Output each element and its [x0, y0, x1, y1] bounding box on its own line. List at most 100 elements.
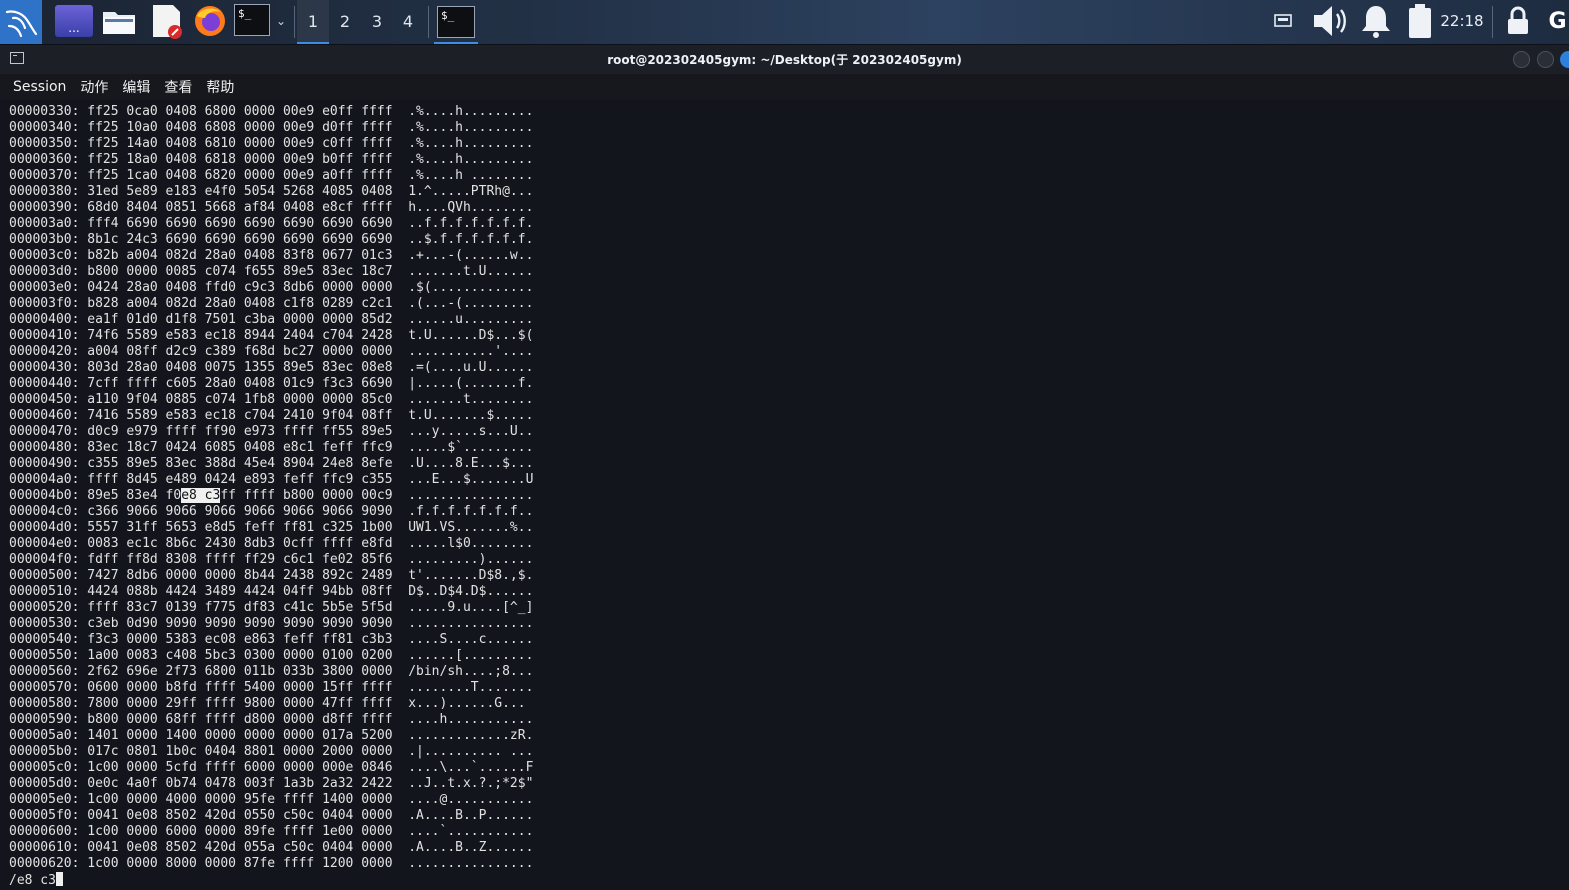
bell-icon — [1362, 6, 1390, 38]
taskbar-terminal-window[interactable]: $_ — [434, 2, 478, 44]
hexdump-bytes: 1c00 0000 8000 0000 87fe ffff 1200 0000 — [87, 856, 393, 871]
file-manager-button[interactable] — [100, 3, 138, 39]
hexdump-address: 000004c0: — [9, 504, 80, 519]
hexdump-address: 00000580: — [9, 696, 80, 711]
text-editor-button[interactable] — [149, 3, 185, 39]
hexdump-row: 00000370: ff25 1ca0 0408 6820 0000 00e9 … — [9, 168, 533, 184]
hexdump-row: 000005a0: 1401 0000 1400 0000 0000 0000 … — [9, 728, 533, 744]
hexdump-ascii: ...........'.... — [408, 344, 534, 359]
maximize-button[interactable] — [1537, 51, 1554, 68]
hexdump-bytes: 1c00 0000 4000 0000 95fe ffff 1400 0000 — [87, 792, 393, 807]
terminal-window-icon[interactable] — [10, 52, 24, 64]
hexdump-address: 00000530: — [9, 616, 80, 631]
lock-icon — [1508, 6, 1528, 34]
hexdump-bytes: ff25 18a0 0408 6818 0000 00e9 b0ff ffff — [87, 152, 393, 167]
workspace-label: 2 — [339, 11, 351, 31]
clock[interactable]: 22:18 — [1440, 3, 1484, 39]
workspace-1-button[interactable]: 1 — [297, 0, 329, 44]
power-icon: G — [1548, 8, 1567, 34]
hexdump-row: 00000400: ea1f 01d0 d1f8 7501 c3ba 0000 … — [9, 312, 533, 328]
hexdump-bytes: b800 0000 0085 c074 f655 89e5 83ec 18c7 — [87, 264, 393, 279]
hexdump-row: 00000620: 1c00 0000 8000 0000 87fe ffff … — [9, 856, 533, 872]
close-button[interactable] — [1560, 51, 1569, 68]
hexdump-ascii: .f.f.f.f.f.f.f.. — [408, 504, 534, 519]
chevron-down-icon: ⌄ — [275, 14, 287, 28]
logout-button[interactable]: G — [1546, 3, 1569, 39]
hexdump-bytes: c355 89e5 83ec 388d 45e4 8904 24e8 8efe — [87, 456, 393, 471]
hexdump-ascii: .%....h......... — [408, 104, 534, 119]
menu-view[interactable]: 查看 — [157, 77, 199, 97]
terminal-view[interactable]: 00000330: ff25 0ca0 0408 6800 0000 00e9 … — [0, 100, 1569, 890]
hexdump-ascii: .(...-(......... — [408, 296, 534, 311]
hexdump-address: 000003c0: — [9, 248, 80, 263]
workspace-4-button[interactable]: 4 — [392, 0, 424, 42]
hexdump-row: 00000350: ff25 14a0 0408 6810 0000 00e9 … — [9, 136, 533, 152]
hexdump-row: 000003f0: b828 a004 082d 28a0 0408 c1f8 … — [9, 296, 533, 312]
hexdump-ascii: 1.^.....PTRh@... — [408, 184, 534, 199]
hexdump-row: 000003a0: fff4 6690 6690 6690 6690 6690 … — [9, 216, 533, 232]
terminal-launcher-button[interactable]: $_ — [234, 4, 270, 36]
hexdump-ascii: ......[......... — [408, 648, 534, 663]
hexdump-address: 00000500: — [9, 568, 80, 583]
hexdump-bytes: 1c00 0000 5cfd ffff 6000 0000 000e 0846 — [87, 760, 393, 775]
hexdump-row: 00000360: ff25 18a0 0408 6818 0000 00e9 … — [9, 152, 533, 168]
text-editor-icon — [153, 5, 182, 39]
hexdump-ascii: .............zR. — [408, 728, 534, 743]
hexdump-output: 00000330: ff25 0ca0 0408 6800 0000 00e9 … — [9, 104, 533, 888]
hexdump-bytes: 7416 5589 e583 ec18 c704 2410 9f04 08ff — [87, 408, 393, 423]
hexdump-ascii: ...E...$.......U — [408, 472, 534, 487]
window-titlebar[interactable]: root@202302405gym: ~/Desktop(于 202302405… — [0, 45, 1569, 74]
hexdump-address: 00000520: — [9, 600, 80, 615]
hexdump-bytes: ff25 1ca0 0408 6820 0000 00e9 a0ff ffff — [87, 168, 393, 183]
firefox-button[interactable] — [191, 3, 229, 39]
hexdump-address: 00000480: — [9, 440, 80, 455]
hexdump-row: 00000390: 68d0 8404 0851 5668 af84 0408 … — [9, 200, 533, 216]
hexdump-bytes: ea1f 01d0 d1f8 7501 c3ba 0000 0000 85d2 — [87, 312, 393, 327]
notifications-tray-button[interactable] — [1358, 3, 1394, 39]
hexdump-address: 000005c0: — [9, 760, 80, 775]
hexdump-bytes: 74f6 5589 e583 ec18 8944 2404 c704 2428 — [87, 328, 393, 343]
menu-edit[interactable]: 编辑 — [115, 77, 157, 97]
hexdump-row: 000004a0: ffff 8d45 e489 0424 e893 feff … — [9, 472, 533, 488]
hexdump-row: 00000520: ffff 83c7 0139 f775 df83 c41c … — [9, 600, 533, 616]
lock-screen-button[interactable] — [1503, 3, 1533, 39]
search-prompt[interactable]: /e8 c3 — [9, 873, 56, 888]
hexdump-row: 00000410: 74f6 5589 e583 ec18 8944 2404 … — [9, 328, 533, 344]
firefox-icon — [195, 6, 225, 36]
show-desktop-button[interactable]: ... — [55, 5, 93, 37]
hexdump-bytes: 0424 28a0 0408 ffd0 c9c3 8db6 0000 0000 — [87, 280, 393, 295]
volume-tray-button[interactable] — [1310, 3, 1352, 39]
hexdump-row: 00000610: 0041 0e08 8502 420d 055a c50c … — [9, 840, 533, 856]
hexdump-row: 00000570: 0600 0000 b8fd ffff 5400 0000 … — [9, 680, 533, 696]
hexdump-bytes: b82b a004 082d 28a0 0408 83f8 0677 01c3 — [87, 248, 393, 263]
hexdump-ascii: UW1.VS.......%.. — [408, 520, 534, 535]
kali-menu-button[interactable] — [0, 0, 42, 44]
menu-help[interactable]: 帮助 — [199, 77, 241, 97]
hexdump-bytes: 83ec 18c7 0424 6085 0408 e8c1 feff ffc9 — [87, 440, 393, 455]
hexdump-bytes: 7427 8db6 0000 0000 8b44 2438 892c 2489 — [87, 568, 393, 583]
hexdump-row: 00000500: 7427 8db6 0000 0000 8b44 2438 … — [9, 568, 533, 584]
hexdump-bytes: 7cff ffff c605 28a0 0408 01c9 f3c3 6690 — [87, 376, 393, 391]
hexdump-bytes: 0083 ec1c 8b6c 2430 8db3 0cff ffff e8fd — [87, 536, 393, 551]
hexdump-address: 000003d0: — [9, 264, 80, 279]
workspace-2-button[interactable]: 2 — [329, 0, 361, 42]
hexdump-address: 00000620: — [9, 856, 80, 871]
workspace-3-button[interactable]: 3 — [361, 0, 393, 42]
menu-actions[interactable]: 动作 — [73, 77, 115, 97]
hexdump-bytes: 7800 0000 29ff ffff 9800 0000 47ff ffff — [87, 696, 393, 711]
hexdump-bytes: d0c9 e979 ffff ff90 e973 ffff ff55 89e5 — [87, 424, 393, 439]
volume-icon — [1314, 6, 1346, 36]
minimize-button[interactable] — [1513, 51, 1530, 68]
search-prompt-line[interactable]: /e8 c3 — [9, 872, 533, 888]
workspace-label: 4 — [402, 11, 414, 31]
hexdump-bytes: ffff 8d45 e489 0424 e893 feff ffc9 c355 — [87, 472, 393, 487]
hexdump-row: 000005f0: 0041 0e08 8502 420d 0550 c50c … — [9, 808, 533, 824]
battery-tray-button[interactable] — [1404, 3, 1436, 39]
network-tray-button[interactable] — [1272, 3, 1294, 39]
menu-session[interactable]: Session — [0, 79, 73, 95]
hexdump-address: 000004b0: — [9, 488, 80, 503]
hexdump-address: 00000420: — [9, 344, 80, 359]
hexdump-address: 000004f0: — [9, 552, 80, 567]
hexdump-ascii: .+...-(......w.. — [408, 248, 534, 263]
terminal-launcher-dropdown[interactable]: ⌄ — [272, 3, 290, 39]
